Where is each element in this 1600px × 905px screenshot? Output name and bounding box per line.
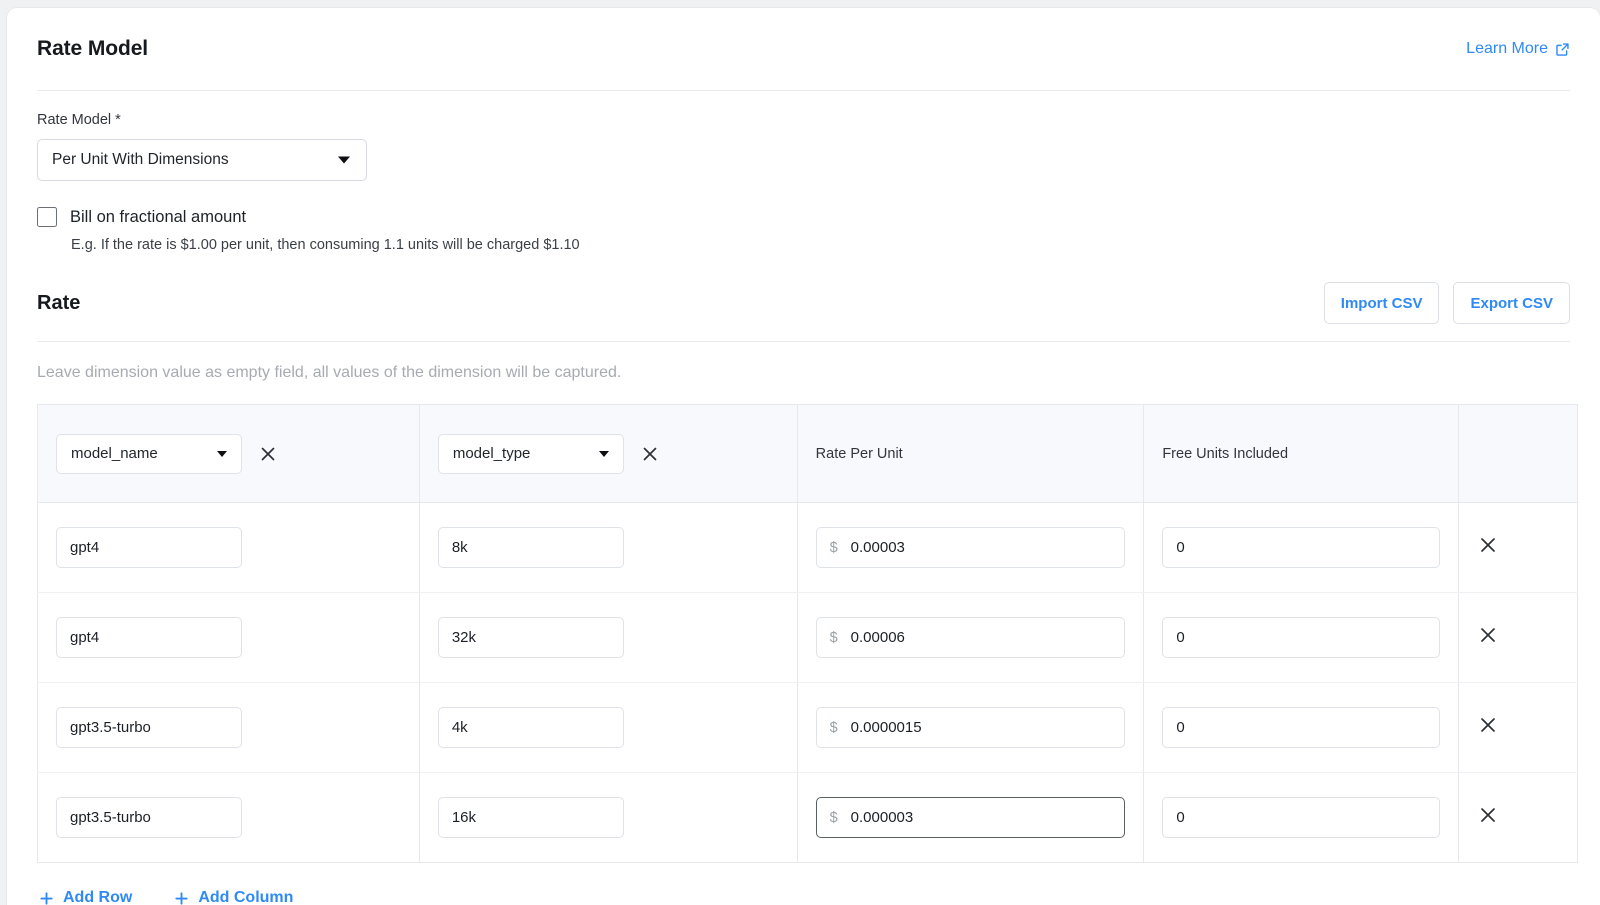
rate-per-unit-input[interactable] [815, 617, 1126, 658]
table-row: $ [37, 502, 1578, 593]
actions-column-header [1458, 404, 1578, 503]
rate-per-unit-cell: $ [797, 592, 1145, 683]
delete-row-button[interactable] [1477, 718, 1499, 740]
rate-section-title: Rate [37, 291, 81, 314]
dimension-select-value-0: model_name [71, 445, 158, 462]
model-type-cell [419, 772, 798, 863]
external-link-icon [1555, 42, 1570, 57]
remove-dimension-column-1[interactable] [640, 444, 660, 464]
model-name-cell [37, 592, 420, 683]
rate-per-unit-wrapper: $ [815, 617, 1126, 658]
learn-more-link[interactable]: Learn More [1466, 40, 1570, 58]
add-column-label: Add Column [198, 889, 294, 905]
model-name-cell [37, 682, 420, 773]
section-header: Rate Model Learn More [7, 8, 1600, 90]
dimension-select-0[interactable]: model_name [56, 433, 242, 474]
model-type-input[interactable] [437, 527, 624, 568]
remove-dimension-column-0[interactable] [258, 444, 278, 464]
row-actions-cell [1458, 682, 1578, 773]
delete-row-button[interactable] [1477, 538, 1499, 560]
model-name-input[interactable] [56, 797, 242, 838]
chevron-down-icon [217, 450, 227, 457]
csv-button-group: Import CSV Export CSV [1323, 282, 1570, 324]
row-actions-cell [1458, 502, 1578, 593]
free-units-input[interactable] [1162, 617, 1441, 658]
rate-model-card: Rate Model Learn More Rate Model * Per U… [7, 8, 1600, 905]
fractional-checkbox-row[interactable]: Bill on fractional amount [7, 181, 1600, 227]
bill-fractional-checkbox[interactable] [37, 207, 57, 227]
fractional-help-text: E.g. If the rate is $1.00 per unit, then… [71, 237, 580, 253]
learn-more-label: Learn More [1466, 40, 1548, 57]
model-type-cell [419, 502, 798, 593]
rate-per-unit-cell: $ [797, 502, 1145, 593]
model-name-input[interactable] [56, 617, 242, 658]
free-units-cell [1143, 682, 1460, 773]
rate-model-label: Rate Model * [37, 112, 121, 128]
free-units-title: Free Units Included [1162, 445, 1289, 462]
plus-icon [39, 891, 54, 905]
rate-table-container: model_name model_type Rate Per Unit Free… [7, 382, 1600, 863]
bill-fractional-label: Bill on fractional amount [70, 207, 247, 226]
free-units-input[interactable] [1162, 527, 1441, 568]
model-name-cell [37, 502, 420, 593]
chevron-down-icon [338, 156, 350, 164]
import-csv-button[interactable]: Import CSV [1323, 282, 1440, 324]
table-row: $ [37, 592, 1578, 683]
rate-per-unit-input[interactable] [815, 797, 1126, 838]
delete-row-button[interactable] [1477, 808, 1499, 830]
free-units-cell [1143, 502, 1460, 593]
model-type-input[interactable] [437, 707, 624, 748]
table-actions: Add Row Add Column [7, 863, 1600, 905]
table-header-row: model_name model_type Rate Per Unit Free… [37, 404, 1578, 503]
rate-per-unit-input[interactable] [815, 527, 1126, 568]
free-units-cell [1143, 592, 1460, 683]
delete-row-button[interactable] [1477, 628, 1499, 650]
rate-per-unit-input[interactable] [815, 707, 1126, 748]
free-units-column-header: Free Units Included [1143, 404, 1460, 503]
rate-model-selected-value: Per Unit With Dimensions [52, 151, 229, 168]
rate-table-body: $ [37, 502, 1578, 863]
add-row-label: Add Row [63, 889, 133, 905]
row-actions-cell [1459, 773, 1578, 863]
add-row-button[interactable]: Add Row [39, 889, 132, 905]
free-units-cell [1143, 772, 1460, 863]
table-row: $ [37, 682, 1578, 773]
dimension-column-header-1: model_type [419, 404, 798, 503]
model-type-input[interactable] [437, 797, 624, 838]
chevron-down-icon [598, 450, 609, 457]
page-title: Rate Model [37, 37, 149, 60]
rate-per-unit-wrapper: $ [815, 707, 1126, 748]
dimension-select-value-1: model_type [452, 445, 531, 462]
rate-table: model_name model_type Rate Per Unit Free… [37, 404, 1578, 863]
table-row: $ [37, 772, 1578, 863]
export-csv-button[interactable]: Export CSV [1453, 282, 1570, 324]
rate-per-unit-cell: $ [797, 772, 1145, 863]
dimension-column-header-0: model_name [37, 404, 420, 503]
free-units-input[interactable] [1162, 707, 1441, 748]
dimension-hint-text: Leave dimension value as empty field, al… [37, 364, 622, 381]
rate-per-unit-cell: $ [797, 682, 1145, 773]
model-type-cell [419, 682, 798, 773]
row-actions-cell [1458, 592, 1578, 683]
page-root: Rate Model Learn More Rate Model * Per U… [0, 0, 1600, 905]
rate-section-header: Rate Import CSV Export CSV [7, 265, 1600, 341]
rate-per-unit-title: Rate Per Unit [815, 445, 903, 462]
rate-per-unit-wrapper: $ [815, 527, 1126, 568]
model-name-cell [37, 772, 420, 863]
model-type-input[interactable] [437, 617, 624, 658]
model-name-input[interactable] [56, 707, 242, 748]
dimension-select-1[interactable]: model_type [437, 433, 624, 474]
add-column-button[interactable]: Add Column [174, 889, 293, 905]
model-type-cell [419, 592, 798, 683]
rate-model-field: Rate Model * Per Unit With Dimensions [7, 91, 1600, 181]
plus-icon [174, 891, 189, 905]
rate-model-select[interactable]: Per Unit With Dimensions [37, 139, 367, 181]
free-units-input[interactable] [1162, 797, 1441, 838]
model-name-input[interactable] [56, 527, 242, 568]
rate-per-unit-wrapper: $ [815, 797, 1126, 838]
rate-per-unit-column-header: Rate Per Unit [797, 404, 1145, 503]
